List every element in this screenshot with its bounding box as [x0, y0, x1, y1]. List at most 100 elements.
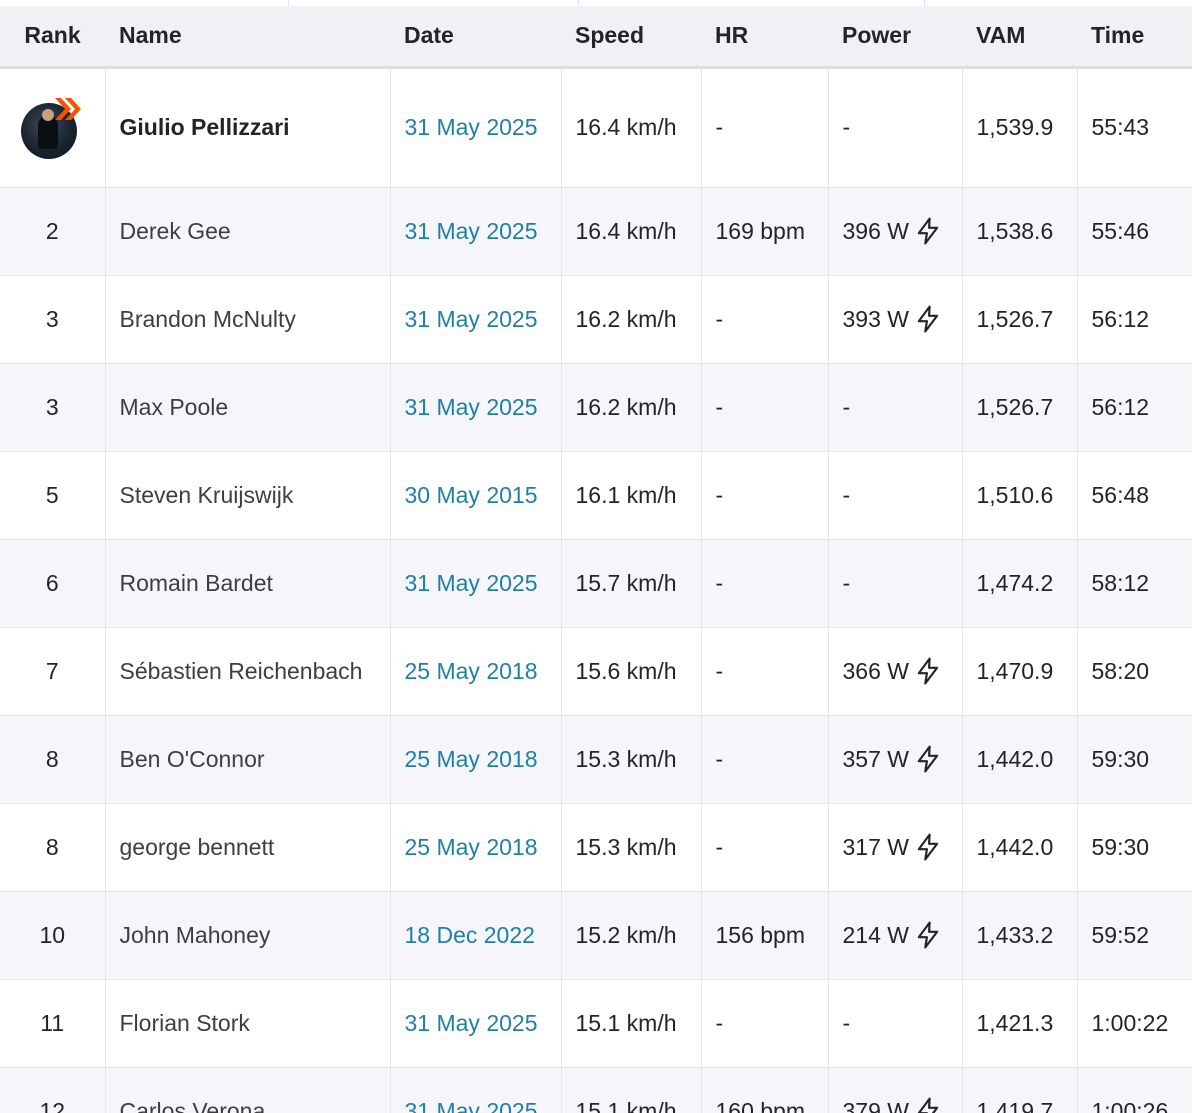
column-header-power[interactable]: Power	[828, 6, 962, 67]
rank-cell: 10	[39, 921, 66, 948]
table-header-row: Rank Name Date Speed HR Power VAM Time	[0, 6, 1192, 67]
vam-cell: 1,539.9	[961, 67, 1077, 187]
rank-cell	[0, 67, 105, 187]
time-cell: 59:30	[1076, 715, 1192, 803]
activity-date-link[interactable]: 30 May 2015	[389, 451, 561, 539]
athlete-name-link[interactable]: Carlos Verona	[104, 1067, 390, 1113]
athlete-name-link[interactable]: Romain Bardet	[104, 539, 390, 627]
speed-cell: 16.2 km/h	[560, 275, 701, 363]
activity-date-link[interactable]: 25 May 2018	[389, 627, 561, 715]
power-cell: 379 W	[827, 1067, 962, 1113]
time-cell: 1:00:22	[1076, 979, 1192, 1067]
lightning-bolt-icon	[917, 921, 939, 949]
power-value: 366 W	[842, 657, 909, 684]
hr-cell: -	[700, 715, 828, 803]
hr-cell: 169 bpm	[700, 187, 828, 275]
power-cell: 214 W	[827, 891, 962, 979]
table-row: 2 Derek Gee 31 May 2025 16.4 km/h 169 bpm 396…	[0, 187, 1192, 275]
vam-cell: 1,526.7	[961, 275, 1077, 363]
column-header-hr[interactable]: HR	[701, 6, 828, 67]
segment-leaderboard-table: Rank Name Date Speed HR Power VAM Time G…	[0, 6, 1192, 1113]
hr-cell: -	[700, 979, 828, 1067]
hr-cell: 160 bpm	[700, 1067, 828, 1113]
athlete-name-link[interactable]: Brandon McNulty	[104, 275, 390, 363]
power-cell: 317 W	[827, 803, 962, 891]
time-cell: 1:00:26	[1076, 1067, 1192, 1113]
chevron-badge-icon	[55, 97, 82, 120]
column-header-rank[interactable]: Rank	[0, 6, 105, 67]
speed-cell: 15.7 km/h	[560, 539, 701, 627]
speed-cell: 16.4 km/h	[560, 67, 701, 187]
power-value: 317 W	[842, 833, 909, 860]
vam-cell: 1,433.2	[961, 891, 1077, 979]
activity-date-link[interactable]: 31 May 2025	[389, 187, 561, 275]
table-row: 8 Ben O'Connor 25 May 2018 15.3 km/h -357 W 1…	[0, 715, 1192, 803]
divider	[288, 0, 289, 6]
athlete-name-link[interactable]: Steven Kruijswijk	[104, 451, 390, 539]
time-cell: 58:20	[1076, 627, 1192, 715]
activity-date-link[interactable]: 25 May 2018	[389, 803, 561, 891]
athlete-name-link[interactable]: Giulio Pellizzari	[104, 67, 390, 187]
column-header-date[interactable]: Date	[390, 6, 561, 67]
hr-cell: -	[700, 363, 828, 451]
time-cell: 55:46	[1076, 187, 1192, 275]
activity-date-link[interactable]: 31 May 2025	[389, 275, 561, 363]
lightning-bolt-icon	[917, 745, 939, 773]
table-row: 3 Brandon McNulty 31 May 2025 16.2 km/h -393…	[0, 275, 1192, 363]
athlete-name-link[interactable]: Sébastien Reichenbach	[104, 627, 390, 715]
athlete-name-link[interactable]: Ben O'Connor	[104, 715, 390, 803]
power-cell: -	[827, 451, 962, 539]
activity-date-link[interactable]: 31 May 2025	[389, 363, 561, 451]
divider	[578, 0, 579, 6]
table-row: 8 george bennett 25 May 2018 15.3 km/h -317 …	[0, 803, 1192, 891]
power-value: 393 W	[842, 305, 909, 332]
vam-cell: 1,470.9	[961, 627, 1077, 715]
activity-date-link[interactable]: 31 May 2025	[389, 67, 561, 187]
power-cell: -	[827, 363, 962, 451]
time-cell: 58:12	[1076, 539, 1192, 627]
speed-cell: 15.1 km/h	[560, 1067, 701, 1113]
column-header-name[interactable]: Name	[105, 6, 390, 67]
table-row: Giulio Pellizzari 31 May 2025 16.4 km/h …	[0, 67, 1192, 187]
activity-date-link[interactable]: 18 Dec 2022	[389, 891, 561, 979]
power-cell: -	[827, 539, 962, 627]
hr-cell: -	[700, 539, 828, 627]
activity-date-link[interactable]: 31 May 2025	[389, 979, 561, 1067]
hr-cell: -	[700, 803, 828, 891]
speed-cell: 16.4 km/h	[560, 187, 701, 275]
lightning-bolt-icon	[917, 657, 939, 685]
column-header-vam[interactable]: VAM	[962, 6, 1077, 67]
lightning-bolt-icon	[917, 1097, 939, 1113]
athlete-name-link[interactable]: Derek Gee	[104, 187, 390, 275]
athlete-name-link[interactable]: Florian Stork	[104, 979, 390, 1067]
vam-cell: 1,442.0	[961, 803, 1077, 891]
rank-cell: 7	[45, 657, 59, 684]
power-cell: -	[827, 67, 962, 187]
speed-cell: 15.3 km/h	[560, 803, 701, 891]
rank-cell: 12	[39, 1097, 66, 1113]
athlete-name-link[interactable]: Max Poole	[104, 363, 390, 451]
hr-cell: 156 bpm	[700, 891, 828, 979]
time-cell: 59:52	[1076, 891, 1192, 979]
column-header-speed[interactable]: Speed	[561, 6, 701, 67]
time-cell: 56:12	[1076, 275, 1192, 363]
power-cell: -	[827, 979, 962, 1067]
rank-cell: 8	[45, 745, 59, 772]
table-row: 5 Steven Kruijswijk 30 May 2015 16.1 km/h - -…	[0, 451, 1192, 539]
table-row: 11 Florian Stork 31 May 2025 15.1 km/h - -1,4…	[0, 979, 1192, 1067]
power-value: 214 W	[842, 921, 909, 948]
rank-cell: 6	[45, 569, 59, 596]
column-header-time[interactable]: Time	[1077, 6, 1192, 67]
rank-cell: 3	[45, 305, 59, 332]
speed-cell: 16.1 km/h	[560, 451, 701, 539]
athlete-name-link[interactable]: John Mahoney	[104, 891, 390, 979]
activity-date-link[interactable]: 31 May 2025	[389, 539, 561, 627]
athlete-name-link[interactable]: george bennett	[104, 803, 390, 891]
activity-date-link[interactable]: 25 May 2018	[389, 715, 561, 803]
rank-cell: 11	[40, 1009, 65, 1036]
power-value: 357 W	[842, 745, 909, 772]
lightning-bolt-icon	[917, 217, 939, 245]
activity-date-link[interactable]: 31 May 2025	[389, 1067, 561, 1113]
power-cell: 396 W	[827, 187, 962, 275]
power-cell: 357 W	[827, 715, 962, 803]
